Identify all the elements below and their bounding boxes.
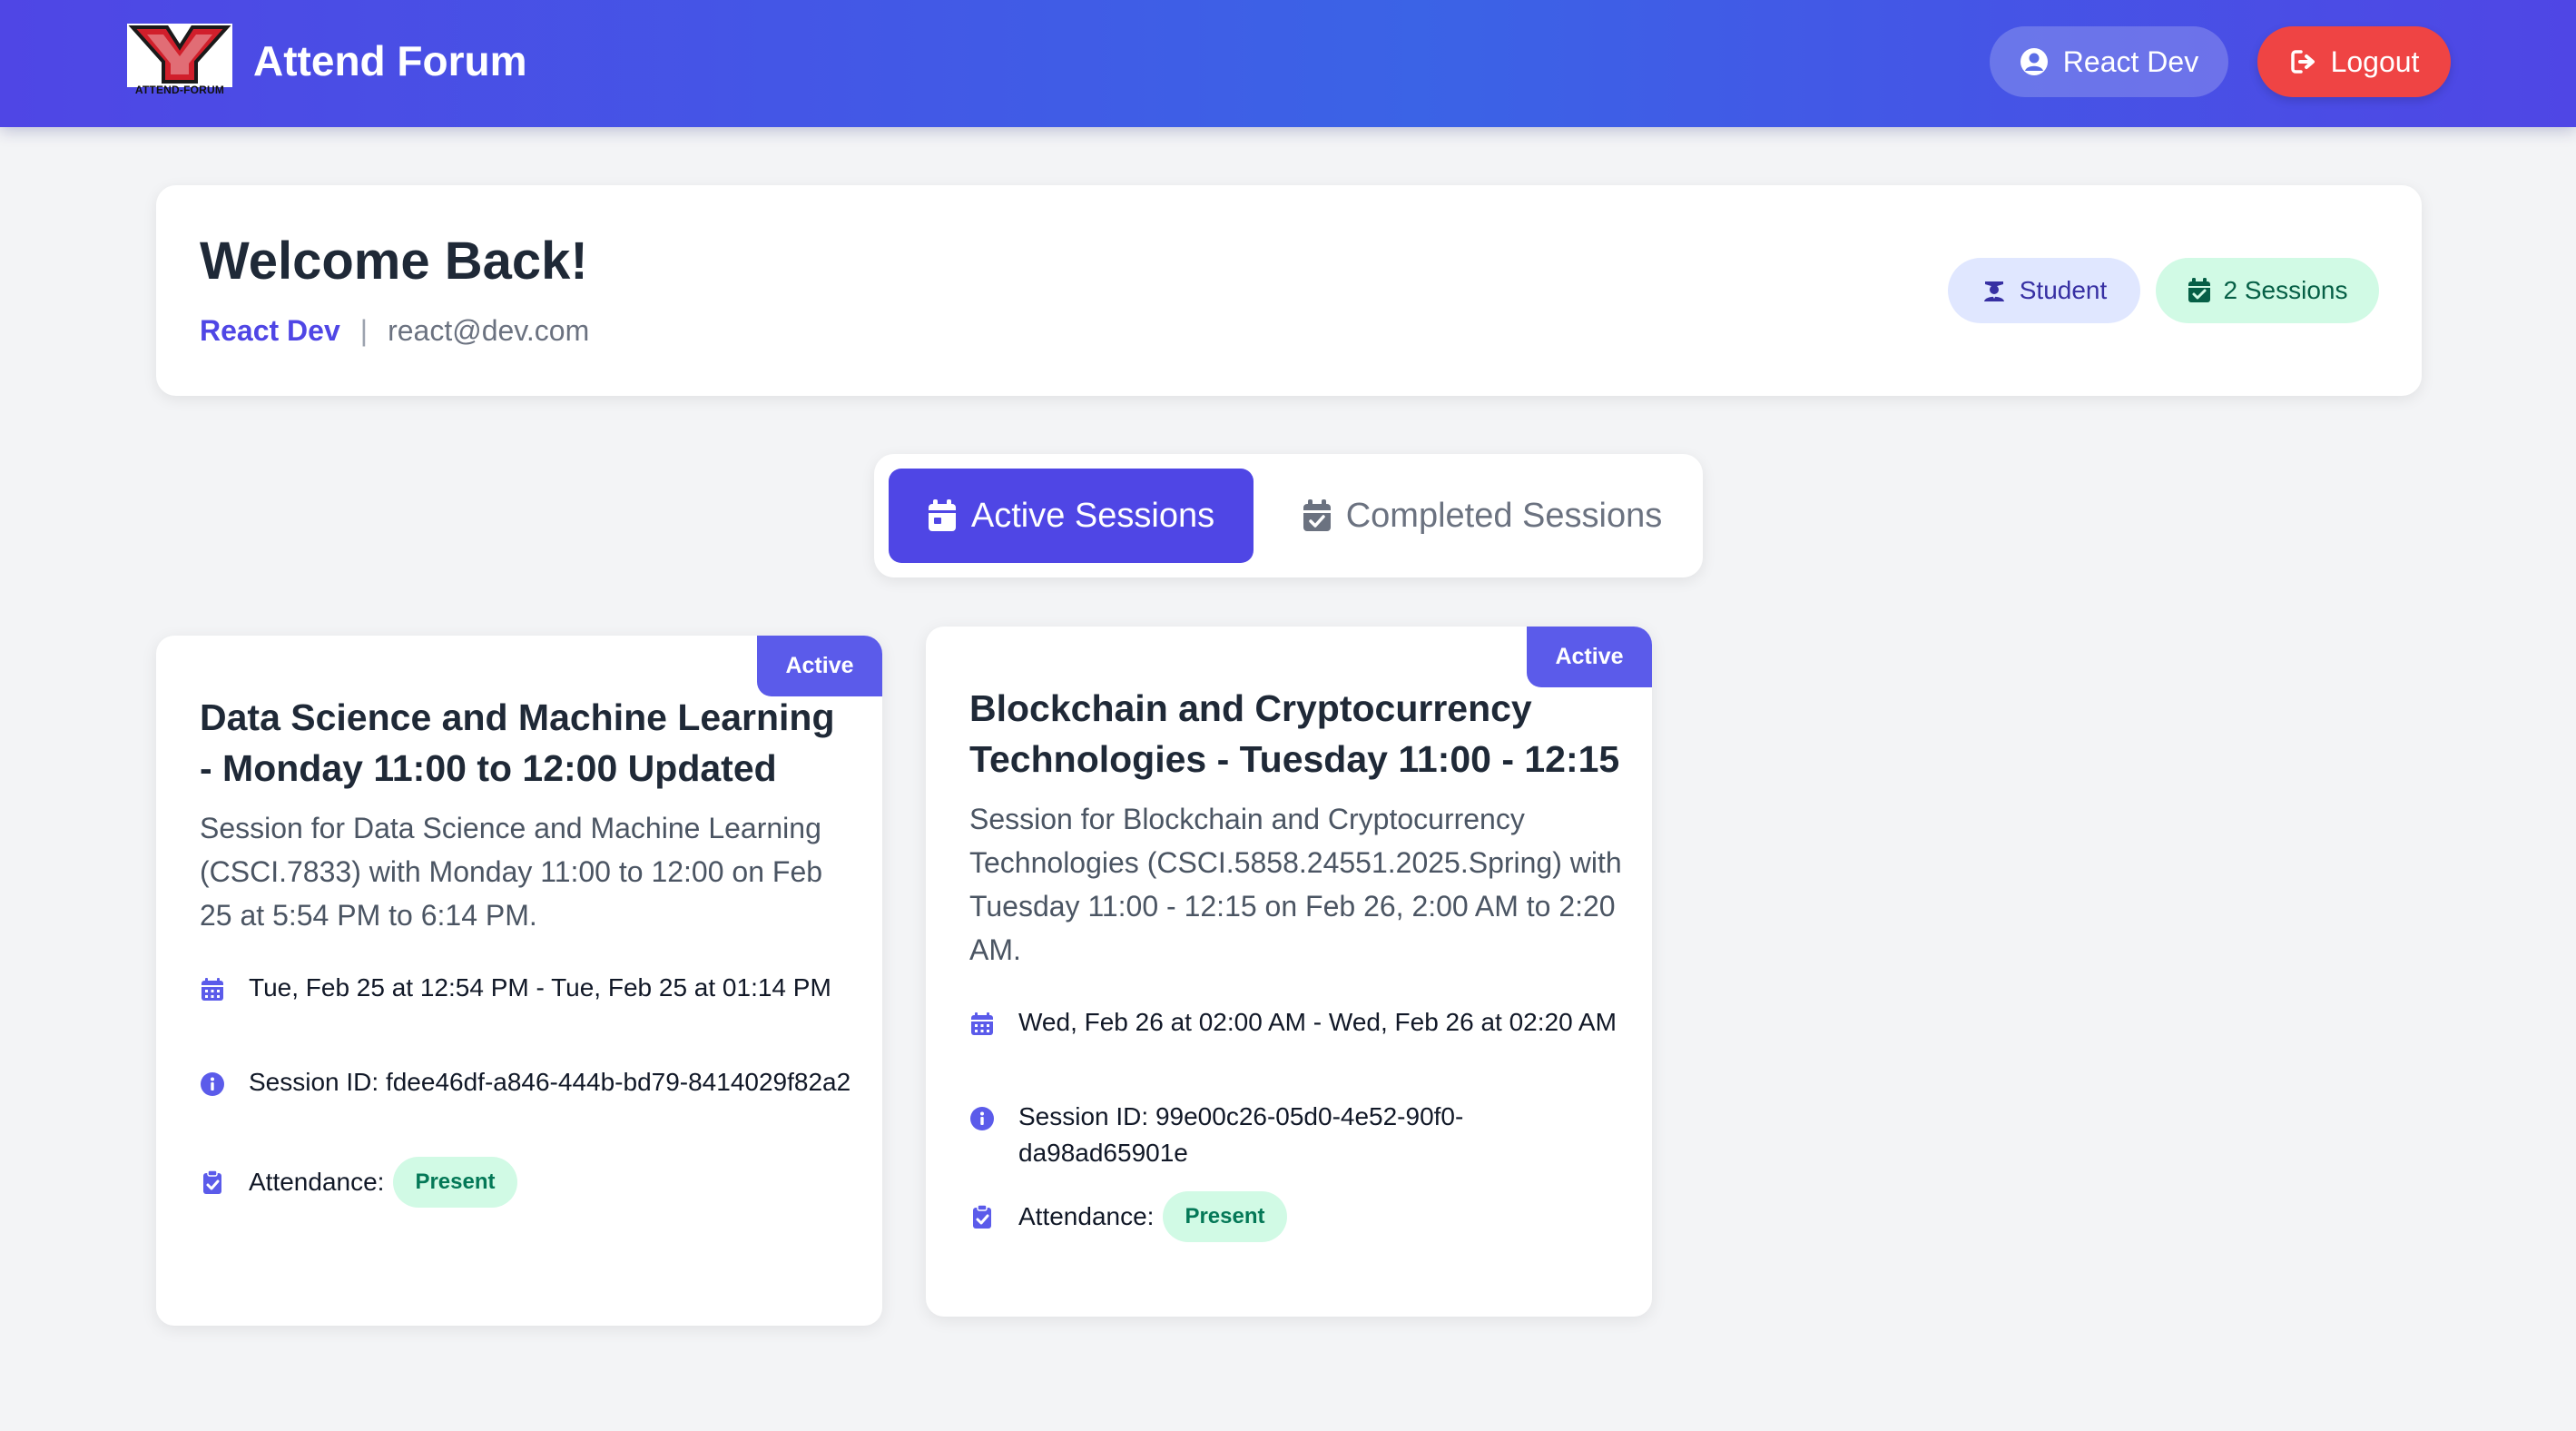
user-profile-label: React Dev — [2062, 44, 2199, 78]
role-badge-label: Student — [2019, 276, 2108, 304]
attendance-label: Attendance: — [249, 1168, 385, 1196]
attendance-label: Attendance: — [1018, 1202, 1155, 1230]
session-time-range: Tue, Feb 25 at 12:54 PM - Tue, Feb 25 at… — [249, 973, 831, 1002]
logout-button[interactable]: Logout — [2257, 26, 2451, 97]
info-circle-icon — [970, 1107, 994, 1130]
calendar-check-icon — [1303, 499, 1331, 531]
session-id-row: Session ID: 99e00c26-05d0-4e52-90f0-da98… — [969, 1099, 1623, 1171]
session-id: Session ID: 99e00c26-05d0-4e52-90f0-da98… — [1018, 1102, 1464, 1167]
session-title: Blockchain and Cryptocurrency Technologi… — [969, 687, 1620, 780]
tab-completed-label: Completed Sessions — [1345, 496, 1663, 535]
attendance-status-badge: Present — [1163, 1191, 1287, 1242]
session-id-row: Session ID: fdee46df-a846-444b-bd79-8414… — [200, 1064, 853, 1100]
session-time-row: Tue, Feb 25 at 12:54 PM - Tue, Feb 25 at… — [200, 970, 853, 1006]
calendar-grid-icon — [202, 978, 223, 1001]
app-title[interactable]: Attend Forum — [253, 36, 527, 85]
divider: | — [359, 314, 369, 347]
user-circle-icon — [2020, 48, 2048, 75]
sessions-count-badge: 2 Sessions — [2156, 258, 2379, 323]
session-time-range: Wed, Feb 26 at 02:00 AM - Wed, Feb 26 at… — [1018, 1008, 1617, 1036]
clipboard-check-icon — [203, 1169, 221, 1194]
user-profile-button[interactable]: React Dev — [1990, 26, 2228, 97]
welcome-user-info: React Dev | react@dev.com — [200, 314, 589, 348]
user-graduate-icon — [1983, 281, 2004, 301]
session-time-row: Wed, Feb 26 at 02:00 AM - Wed, Feb 26 at… — [969, 1004, 1623, 1041]
session-id: Session ID: fdee46df-a846-444b-bd79-8414… — [249, 1068, 851, 1096]
logout-label: Logout — [2330, 44, 2420, 78]
calendar-grid-icon — [971, 1012, 993, 1035]
sign-out-icon — [2290, 50, 2315, 74]
tab-completed-sessions[interactable]: Completed Sessions — [1278, 469, 1686, 563]
session-description: Session for Data Science and Machine Lea… — [200, 812, 823, 932]
attendance-status-badge: Present — [393, 1157, 517, 1208]
role-badge: Student — [1948, 258, 2140, 323]
session-description: Session for Blockchain and Cryptocurrenc… — [969, 803, 1622, 966]
status-badge: Active — [757, 636, 882, 696]
welcome-card: Welcome Back! React Dev | react@dev.com … — [156, 185, 2422, 396]
tab-active-label: Active Sessions — [970, 496, 1215, 535]
welcome-title: Welcome Back! — [200, 232, 588, 291]
logo-text: ATTEND-FORUM — [134, 84, 225, 96]
sessions-count-label: 2 Sessions — [2223, 276, 2348, 304]
session-tabs: Active Sessions Completed Sessions — [874, 454, 1703, 577]
status-badge: Active — [1527, 627, 1652, 687]
info-circle-icon — [201, 1072, 224, 1096]
session-card[interactable]: Active Data Science and Machine Learning… — [156, 636, 882, 1326]
tab-active-sessions[interactable]: Active Sessions — [889, 469, 1254, 563]
attendance-row: Attendance: Present — [200, 1157, 853, 1208]
user-email: react@dev.com — [388, 314, 590, 347]
session-card[interactable]: Active Blockchain and Cryptocurrency Tec… — [926, 627, 1652, 1317]
top-navbar: ATTEND-FORUM Attend Forum React Dev Logo… — [0, 0, 2576, 127]
attendance-row: Attendance: Present — [969, 1191, 1623, 1242]
calendar-check-icon — [2188, 278, 2210, 302]
user-name: React Dev — [200, 314, 340, 347]
session-title: Data Science and Machine Learning - Mond… — [200, 696, 835, 789]
clipboard-check-icon — [973, 1204, 991, 1229]
calendar-icon — [928, 499, 956, 531]
